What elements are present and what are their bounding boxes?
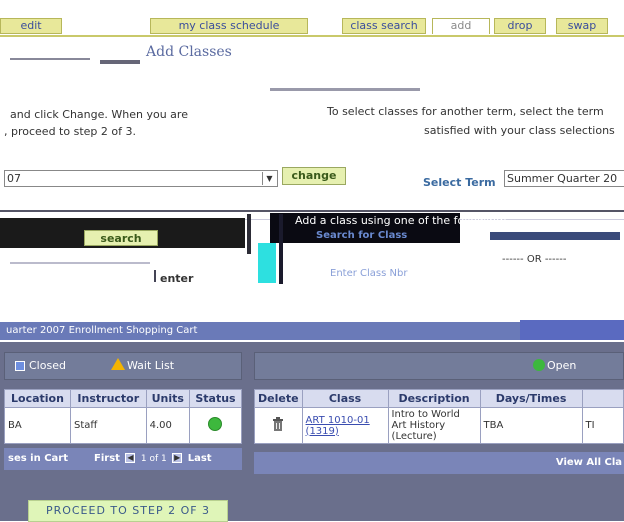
class-link[interactable]: ART 1010-01 (1319) [306, 415, 370, 437]
page-indicator: 1 of 1 [140, 454, 167, 464]
render-artifact [520, 320, 624, 340]
legend-right: Open [254, 352, 624, 380]
search-button[interactable]: search [84, 230, 158, 246]
column-header: Class [301, 389, 389, 408]
select-term-label: Select Term [423, 176, 496, 189]
delete-cell [254, 407, 303, 444]
legend-open: Open [547, 359, 577, 372]
classes-in-cart-label: ses in Cart [8, 453, 68, 464]
render-artifact [154, 270, 156, 282]
legend-wait-list: Wait List [127, 359, 175, 372]
tab-edit[interactable]: edit [0, 18, 62, 34]
instructions-right-2: satisfied with your class selections [424, 124, 615, 137]
open-icon [533, 359, 545, 371]
or-divider: ------ OR ------ [502, 254, 567, 265]
units-cell: 4.00 [145, 407, 190, 444]
status-open-icon [208, 417, 223, 431]
dropdown-arrow-icon[interactable]: ▼ [262, 172, 276, 185]
wait-list-icon [111, 358, 125, 370]
change-button[interactable]: change [282, 167, 346, 185]
legend-left: Closed Wait List [4, 352, 242, 380]
column-header [581, 389, 624, 408]
left-cart-table: Location Instructor Units Status BA Staf… [4, 389, 243, 444]
trash-icon[interactable] [272, 417, 284, 431]
instructions-left-2: , proceed to step 2 of 3. [4, 125, 136, 138]
next-arrow-icon[interactable]: ▶ [172, 453, 183, 463]
career-select-value: 07 [7, 172, 21, 185]
enter-label: enter [160, 272, 194, 285]
pager: First ◀ 1 of 1 ▶ Last [94, 448, 212, 470]
tab-my-class-schedule[interactable]: my class schedule [150, 18, 308, 34]
days-times-cell: TBA [479, 407, 583, 444]
right-cart-table: Delete Class Description Days/Times ART … [254, 389, 624, 444]
column-header: Status [188, 389, 243, 408]
search-for-class-label: Search for Class [316, 230, 408, 241]
description-cell: Intro to World Art History (Lecture) [387, 407, 481, 444]
render-artifact [258, 243, 276, 283]
column-header: Units [145, 389, 190, 408]
instructor-cell: Staff [69, 407, 147, 444]
column-header: Instructor [69, 389, 147, 408]
prev-arrow-icon[interactable]: ◀ [125, 453, 136, 463]
enter-class-nbr-label: Enter Class Nbr [330, 268, 408, 279]
tab-class-search[interactable]: class search [342, 18, 426, 34]
status-cell [188, 407, 243, 444]
column-header: Days/Times [479, 389, 583, 408]
column-header: Delete [254, 389, 303, 408]
table-row: ART 1010-01 (1319) Intro to World Art Hi… [254, 407, 624, 444]
render-artifact [10, 262, 150, 264]
last-link[interactable]: Last [188, 453, 212, 464]
tab-add[interactable]: add [432, 18, 490, 34]
tab-underline [0, 35, 624, 37]
render-artifact [270, 88, 420, 91]
banner-text: uarter 2007 Enrollment Shopping Cart [6, 325, 198, 336]
term-select[interactable]: Summer Quarter 20 [504, 170, 624, 187]
room-cell: TI [581, 407, 624, 444]
class-cell: ART 1010-01 (1319) [301, 407, 389, 444]
page-title: Add Classes [146, 44, 232, 60]
proceed-step-2-button[interactable]: PROCEED TO STEP 2 OF 3 [28, 500, 228, 522]
first-link[interactable]: First [94, 453, 120, 464]
career-select[interactable]: 07 ▼ [4, 170, 278, 187]
legend-closed: Closed [29, 359, 66, 372]
render-artifact [279, 214, 283, 284]
view-all-link[interactable]: View All Cla [254, 452, 624, 474]
render-artifact [490, 232, 620, 240]
location-cell: BA [4, 407, 71, 444]
instructions-left-1: and click Change. When you are [10, 108, 188, 121]
table-row: BA Staff 4.00 [4, 407, 243, 444]
column-header: Location [4, 389, 71, 408]
left-cart-footer: ses in Cart First ◀ 1 of 1 ▶ Last [4, 448, 242, 470]
render-artifact [247, 214, 251, 254]
tab-drop[interactable]: drop [494, 18, 546, 34]
tab-swap[interactable]: swap [556, 18, 608, 34]
tab-bar: edit my class schedule class search add … [0, 0, 624, 37]
render-artifact [10, 58, 90, 60]
column-header: Description [387, 389, 481, 408]
instructions-right-1: To select classes for another term, sele… [327, 105, 604, 118]
render-artifact [100, 60, 140, 64]
closed-icon [15, 361, 25, 371]
add-class-instruction: Add a class using one of the following: [295, 214, 507, 227]
